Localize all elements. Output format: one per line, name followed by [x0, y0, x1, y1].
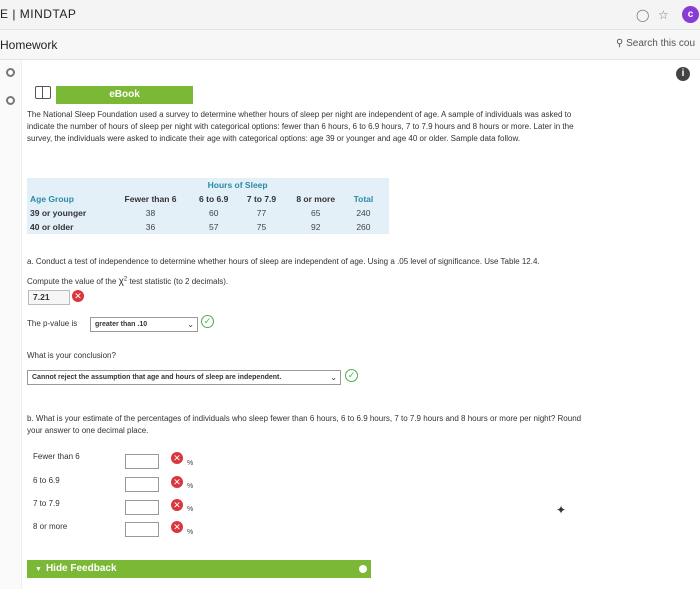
table-cell: 75 [256, 222, 267, 232]
incorrect-icon: ✕ [171, 476, 183, 488]
row-label: 39 or younger [30, 208, 87, 218]
app-brand: E | MINDTAP [0, 7, 77, 21]
pvalue-select[interactable]: greater than .10 ⌄ [90, 317, 198, 332]
chi-prompt-text: test statistic (to 2 decimals). [129, 277, 229, 286]
table-row: 39 or younger 38 60 77 65 240 [27, 206, 389, 220]
row-label: 7 to 7.9 [33, 499, 60, 508]
bell-icon[interactable]: ◯ [636, 8, 649, 22]
table-cell: 240 [356, 208, 371, 218]
chevron-down-icon: ⌄ [187, 320, 194, 329]
chi-square-answer-field[interactable]: 7.21 [28, 290, 70, 305]
column-header: 6 to 6.9 [199, 194, 229, 204]
percent-unit: % [187, 529, 194, 536]
table-super-header: Hours of Sleep [207, 180, 268, 190]
percent-unit: % [187, 483, 194, 490]
percent-answer-field[interactable] [125, 500, 159, 515]
pvalue-selected: greater than .10 [95, 321, 148, 328]
row-label: 8 or more [33, 522, 68, 531]
nav-dot-icon[interactable] [6, 96, 15, 105]
table-cell: 38 [145, 208, 156, 218]
edit-icon[interactable] [359, 565, 367, 573]
correct-icon: ✓ [345, 369, 358, 382]
part-b-line: your answer to one decimal place. [27, 426, 149, 435]
table-cell: 36 [145, 222, 156, 232]
percent-answer-field[interactable] [125, 454, 159, 469]
column-header: 7 to 7.9 [246, 194, 277, 204]
ebook-button[interactable]: eBook [56, 86, 193, 104]
incorrect-icon: ✕ [72, 290, 84, 302]
part-b-line: b. What is your estimate of the percenta… [27, 414, 582, 423]
pvalue-label: The p-value is [27, 319, 78, 328]
incorrect-icon: ✕ [171, 521, 183, 533]
conclusion-select[interactable]: Cannot reject the assumption that age an… [27, 370, 341, 385]
table-cell: 260 [356, 222, 371, 232]
info-icon[interactable]: i [676, 67, 690, 81]
avatar[interactable]: c [682, 6, 699, 23]
table-cell: 92 [310, 222, 321, 232]
hide-feedback-label: Hide Feedback [45, 563, 117, 574]
table-super-header-row: Hours of Sleep [27, 178, 389, 192]
incorrect-icon: ✕ [171, 499, 183, 511]
search-input[interactable]: Search this cou [626, 38, 695, 49]
app-header: E | MINDTAP ◯ ☆ c [0, 0, 700, 30]
incorrect-icon: ✕ [171, 452, 183, 464]
problem-intro: The National Sleep Foundation used a sur… [27, 109, 687, 145]
percent-unit: % [187, 506, 194, 513]
percent-answer-field[interactable] [125, 522, 159, 537]
intro-line: indicate the number of hours of sleep pe… [27, 122, 574, 131]
part-a-instruction: a. Conduct a test of independence to det… [27, 257, 540, 266]
row-label: 40 or older [30, 222, 74, 232]
page-title: Homework [0, 38, 58, 52]
chevron-down-icon: ⌄ [330, 373, 337, 382]
conclusion-question: What is your conclusion? [27, 351, 116, 360]
book-icon[interactable] [35, 86, 51, 99]
search-box[interactable]: ⚲ Search this cou [616, 38, 695, 49]
percent-unit: % [187, 460, 194, 467]
row-label: 6 to 6.9 [33, 476, 60, 485]
conclusion-selected: Cannot reject the assumption that age an… [32, 374, 282, 381]
table-row: 40 or older 36 57 75 92 260 [27, 220, 389, 234]
row-label: Fewer than 6 [33, 452, 80, 461]
star-icon[interactable]: ☆ [658, 8, 669, 22]
percent-answer-field[interactable] [125, 477, 159, 492]
chi-square-prompt: Compute the value of the χ2 test statist… [27, 276, 228, 287]
part-b-instruction: b. What is your estimate of the percenta… [27, 413, 687, 437]
intro-line: The National Sleep Foundation used a sur… [27, 110, 572, 119]
left-rail [0, 60, 22, 589]
sleep-data-table: Hours of Sleep Age Group Fewer than 6 6 … [27, 178, 389, 234]
table-cell: 77 [256, 208, 267, 218]
mouse-cursor-icon: ✦ [556, 503, 567, 517]
table-header-row: Age Group Fewer than 6 6 to 6.9 7 to 7.9… [27, 192, 389, 206]
table-cell: 65 [310, 208, 321, 218]
search-icon: ⚲ [616, 38, 624, 49]
intro-line: survey, the individuals were asked to in… [27, 134, 521, 143]
column-header: 8 or more [296, 194, 336, 204]
correct-icon: ✓ [201, 315, 214, 328]
nav-dot-icon[interactable] [6, 68, 15, 77]
column-header: Total [353, 194, 374, 204]
chi-prompt-text: Compute the value of the [27, 277, 117, 286]
column-header: Age Group [30, 194, 74, 204]
column-header: Fewer than 6 [124, 194, 177, 204]
chi-exponent: 2 [123, 276, 128, 283]
table-cell: 57 [208, 222, 219, 232]
table-cell: 60 [208, 208, 219, 218]
hide-feedback-button[interactable]: ▼ Hide Feedback [27, 560, 371, 578]
triangle-down-icon: ▼ [35, 566, 42, 573]
section-header: Homework ⚲ Search this cou [0, 30, 700, 60]
